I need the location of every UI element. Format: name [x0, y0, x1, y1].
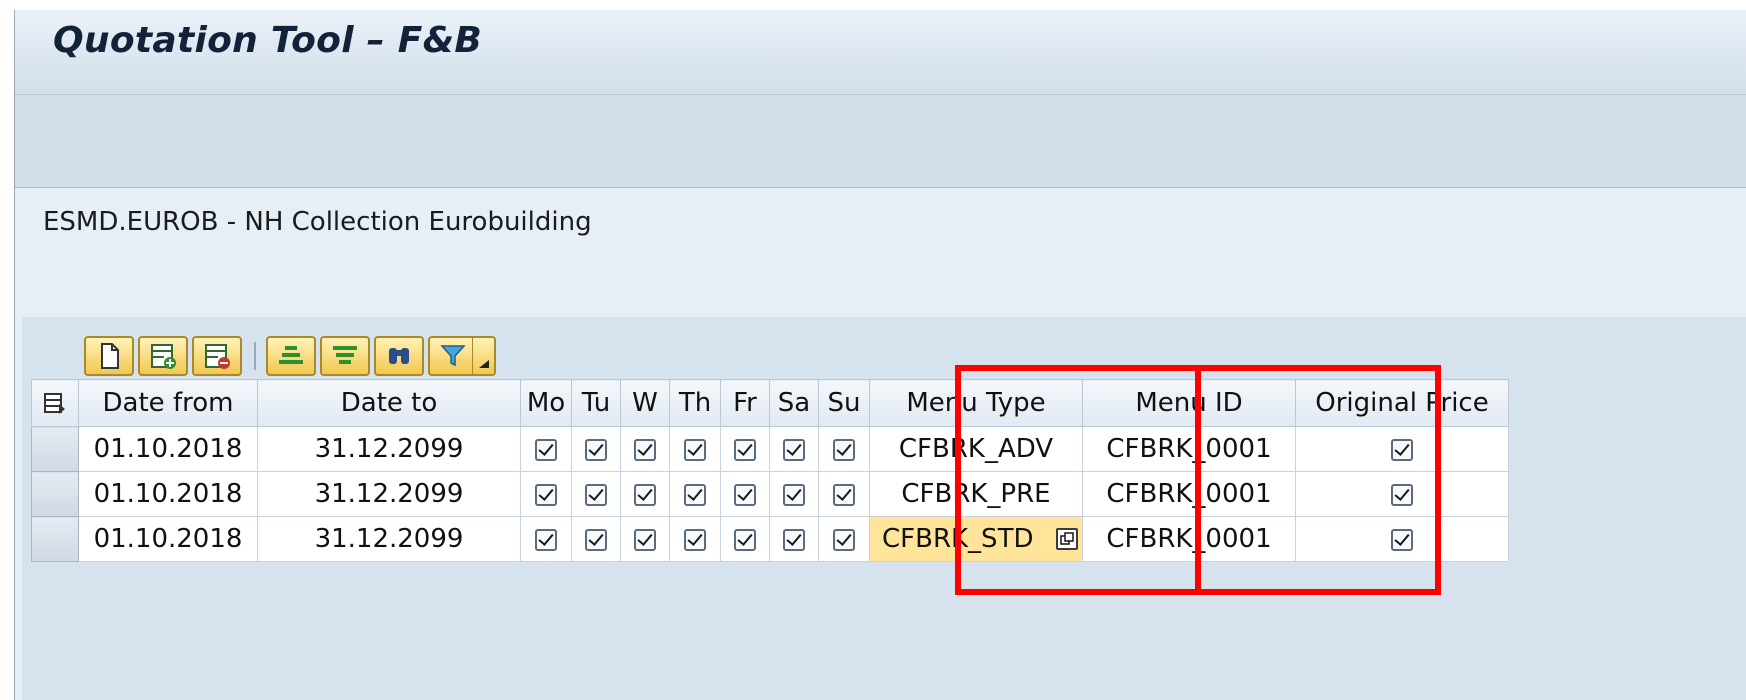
checkbox[interactable]: [684, 438, 706, 461]
grid-toolbar: [84, 336, 496, 376]
column-header-date-from[interactable]: Date from: [78, 379, 258, 427]
column-header-fr[interactable]: Fr: [720, 379, 770, 427]
checkbox[interactable]: [833, 483, 855, 506]
title-bar: Quotation Tool – F&B: [15, 10, 1746, 95]
layout-icon[interactable]: [31, 379, 79, 427]
date-from-cell[interactable]: 01.10.2018: [78, 426, 258, 472]
find-icon[interactable]: [374, 336, 424, 376]
column-header-tu[interactable]: Tu: [571, 379, 621, 427]
checkbox[interactable]: [734, 483, 756, 506]
sort-descending-icon[interactable]: [320, 336, 370, 376]
date-from-cell[interactable]: 01.10.2018: [78, 471, 258, 517]
checkbox[interactable]: [684, 483, 706, 506]
date-to-cell[interactable]: 31.12.2099: [257, 426, 521, 472]
checkbox-tu[interactable]: [571, 516, 621, 562]
checkbox-mo[interactable]: [520, 516, 572, 562]
checkbox[interactable]: [734, 528, 756, 551]
column-header-su[interactable]: Su: [818, 379, 870, 427]
checkbox-mo[interactable]: [520, 426, 572, 472]
date-from-cell[interactable]: 01.10.2018: [78, 516, 258, 562]
date-to-cell[interactable]: 31.12.2099: [257, 516, 521, 562]
checkbox[interactable]: [535, 438, 557, 461]
application-toolbar: [15, 95, 1746, 188]
filter-dropdown-icon[interactable]: [472, 336, 496, 376]
checkbox[interactable]: [833, 528, 855, 551]
checkbox-th[interactable]: [669, 471, 721, 517]
date-to-cell[interactable]: 31.12.2099: [257, 471, 521, 517]
checkbox[interactable]: [783, 528, 805, 551]
hotel-label: ESMD.EUROB - NH Collection Eurobuilding: [43, 207, 592, 237]
toolbar-separator: [254, 342, 256, 370]
window-title: Quotation Tool – F&B: [53, 20, 483, 61]
checkbox-fr[interactable]: [720, 471, 770, 517]
checkbox-w[interactable]: [620, 426, 670, 472]
checkbox[interactable]: [634, 438, 656, 461]
checkbox-th[interactable]: [669, 426, 721, 472]
checkbox-th[interactable]: [669, 516, 721, 562]
menu-id-highlight: [1195, 365, 1441, 595]
checkbox[interactable]: [585, 483, 607, 506]
checkbox-tu[interactable]: [571, 471, 621, 517]
insert-row-icon[interactable]: [138, 336, 188, 376]
checkbox-sa[interactable]: [769, 426, 819, 472]
checkbox[interactable]: [585, 528, 607, 551]
checkbox-su[interactable]: [818, 516, 870, 562]
checkbox[interactable]: [783, 438, 805, 461]
column-header-date-to[interactable]: Date to: [257, 379, 521, 427]
checkbox-fr[interactable]: [720, 516, 770, 562]
checkbox-su[interactable]: [818, 471, 870, 517]
checkbox[interactable]: [634, 528, 656, 551]
checkbox-tu[interactable]: [571, 426, 621, 472]
checkbox-mo[interactable]: [520, 471, 572, 517]
checkbox[interactable]: [783, 483, 805, 506]
checkbox[interactable]: [535, 483, 557, 506]
checkbox[interactable]: [634, 483, 656, 506]
row-selector[interactable]: [31, 426, 79, 472]
row-selector[interactable]: [31, 471, 79, 517]
menu-type-highlight: [955, 365, 1201, 595]
column-header-th[interactable]: Th: [669, 379, 721, 427]
filter-icon[interactable]: [428, 336, 478, 376]
checkbox-sa[interactable]: [769, 516, 819, 562]
checkbox[interactable]: [585, 438, 607, 461]
checkbox-fr[interactable]: [720, 426, 770, 472]
checkbox[interactable]: [684, 528, 706, 551]
column-header-sa[interactable]: Sa: [769, 379, 819, 427]
column-header-w[interactable]: W: [620, 379, 670, 427]
alv-grid-area: Date from Date to Mo Tu W Th Fr Sa Su Me…: [22, 317, 1746, 700]
column-header-mo[interactable]: Mo: [520, 379, 572, 427]
checkbox-w[interactable]: [620, 471, 670, 517]
checkbox-su[interactable]: [818, 426, 870, 472]
new-document-icon[interactable]: [84, 336, 134, 376]
sort-ascending-icon[interactable]: [266, 336, 316, 376]
checkbox[interactable]: [535, 528, 557, 551]
checkbox-w[interactable]: [620, 516, 670, 562]
checkbox[interactable]: [734, 438, 756, 461]
row-selector[interactable]: [31, 516, 79, 562]
checkbox[interactable]: [833, 438, 855, 461]
checkbox-sa[interactable]: [769, 471, 819, 517]
sap-window: Quotation Tool – F&B ESMD.EUROB - NH Col…: [14, 10, 1746, 700]
delete-row-icon[interactable]: [192, 336, 242, 376]
